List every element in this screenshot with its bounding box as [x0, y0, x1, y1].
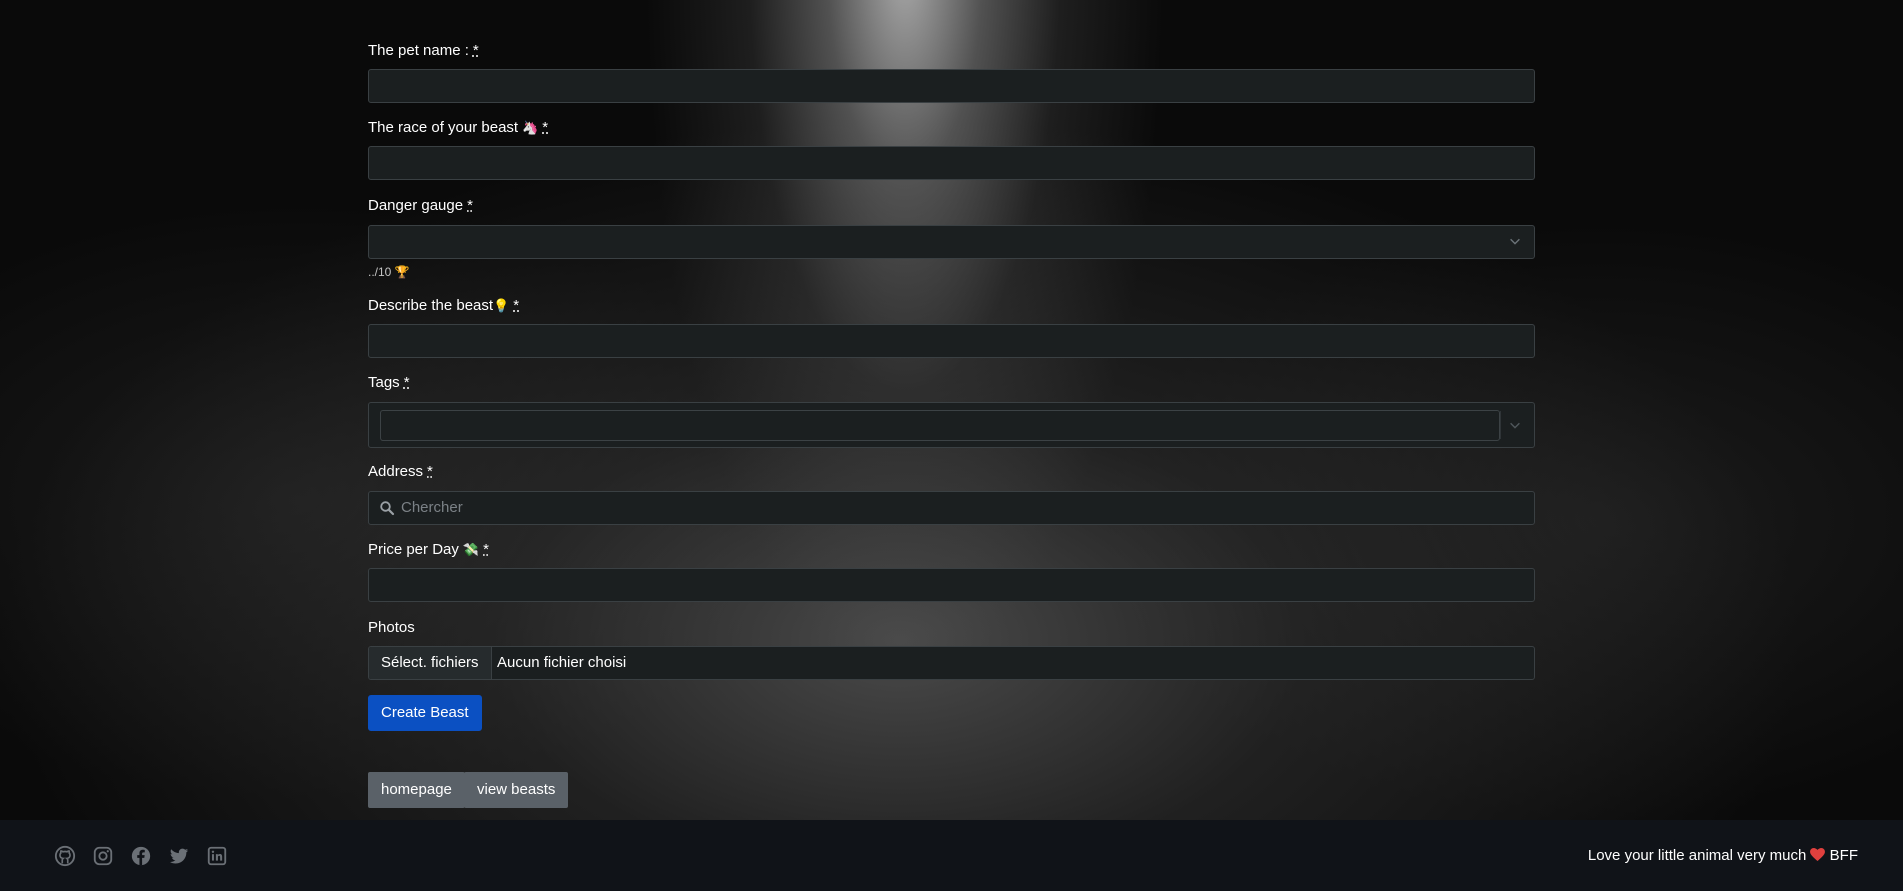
danger-gauge-label-text: Danger gauge: [368, 197, 464, 214]
address-label-text: Address: [368, 463, 424, 480]
facebook-icon[interactable]: [130, 845, 152, 867]
github-icon[interactable]: [54, 845, 76, 867]
instagram-icon[interactable]: [92, 845, 114, 867]
tags-label-text: Tags: [368, 374, 400, 391]
danger-gauge-hint: ../10 🏆: [368, 265, 410, 279]
address-placeholder: Chercher: [401, 499, 463, 516]
tags-divider: [1500, 411, 1501, 439]
required-marker: *: [403, 374, 410, 391]
tags-search-input[interactable]: [380, 410, 1500, 441]
photos-file-input[interactable]: Sélect. fichiers Aucun fichier choisi: [368, 646, 1535, 680]
describe-label: Describe the beast💡 *: [368, 297, 519, 314]
lightbulb-icon: 💡: [493, 298, 510, 313]
required-marker: *: [427, 463, 433, 480]
required-marker: *: [542, 119, 549, 136]
chevron-down-icon: [1510, 238, 1520, 245]
photos-label: Photos: [368, 619, 415, 636]
pet-name-label-text: The pet name :: [368, 42, 469, 59]
required-marker: *: [472, 42, 479, 59]
tags-label: Tags *: [368, 374, 410, 391]
race-label-text: The race of your beast: [368, 119, 519, 136]
tagline-prefix: Love your little animal very much: [1587, 847, 1807, 864]
twitter-icon[interactable]: [168, 845, 190, 867]
search-icon: [380, 501, 395, 516]
danger-gauge-select[interactable]: [368, 225, 1535, 259]
chevron-down-icon[interactable]: [1508, 418, 1522, 432]
address-label: Address *: [368, 463, 433, 480]
describe-label-text: Describe the beast: [368, 297, 494, 314]
required-marker: *: [513, 297, 520, 314]
unicorn-icon: 🦄: [522, 120, 539, 135]
heart-icon: [1810, 847, 1829, 864]
required-marker: *: [483, 541, 489, 558]
race-label: The race of your beast 🦄 *: [368, 119, 548, 136]
price-label: Price per Day 💸 *: [368, 541, 489, 558]
homepage-button[interactable]: homepage: [368, 772, 465, 808]
file-status: Aucun fichier choisi: [497, 654, 627, 671]
money-with-wings-icon: 💸: [462, 542, 480, 557]
address-search-input[interactable]: Chercher: [368, 491, 1535, 525]
danger-gauge-label: Danger gauge *: [368, 197, 473, 214]
pet-name-label: The pet name : *: [368, 42, 479, 59]
create-beast-button[interactable]: Create Beast: [368, 695, 482, 731]
footer-tagline: Love your little animal very much BFF: [1588, 847, 1858, 864]
footer: Love your little animal very much BFF: [0, 820, 1903, 891]
tags-select[interactable]: [368, 402, 1535, 448]
tagline-suffix: BFF: [1829, 847, 1858, 864]
select-files-button[interactable]: Sélect. fichiers: [369, 647, 492, 679]
pet-name-input[interactable]: [368, 69, 1535, 103]
race-input[interactable]: [368, 146, 1535, 180]
required-marker: *: [467, 197, 473, 214]
price-label-text: Price per Day: [368, 541, 459, 558]
view-beasts-button[interactable]: view beasts: [464, 772, 569, 808]
price-input[interactable]: [368, 568, 1535, 602]
describe-input[interactable]: [368, 324, 1535, 358]
linkedin-icon[interactable]: [206, 845, 228, 867]
